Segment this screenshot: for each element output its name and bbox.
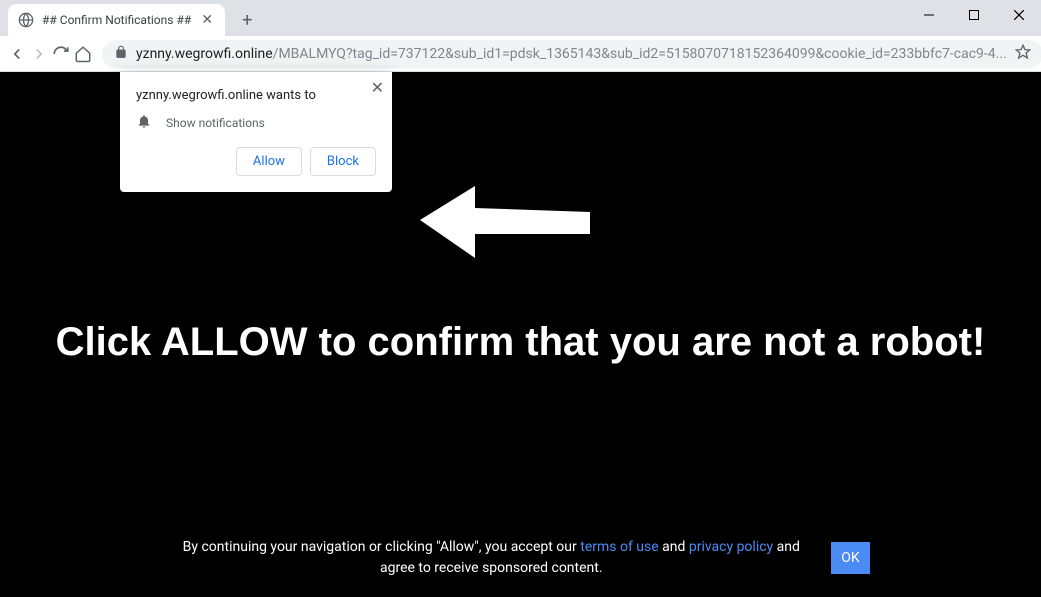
minimize-button[interactable] bbox=[906, 0, 951, 30]
permission-request-row: Show notifications bbox=[136, 113, 376, 133]
window-controls bbox=[906, 0, 1041, 30]
privacy-link[interactable]: privacy policy bbox=[689, 539, 773, 555]
reload-button[interactable] bbox=[52, 40, 70, 68]
globe-icon bbox=[18, 12, 34, 28]
arrow-graphic bbox=[420, 180, 590, 270]
permission-prompt: ✕ yznny.wegrowfi.online wants to Show no… bbox=[120, 72, 392, 192]
close-prompt-icon[interactable]: ✕ bbox=[371, 78, 384, 97]
close-window-button[interactable] bbox=[996, 0, 1041, 30]
address-bar[interactable]: yznny.wegrowfi.online/MBALMYQ?tag_id=737… bbox=[102, 40, 1041, 68]
browser-tab[interactable]: ## Confirm Notifications ## ✕ bbox=[8, 4, 225, 36]
toolbar: yznny.wegrowfi.online/MBALMYQ?tag_id=737… bbox=[0, 36, 1041, 72]
bell-icon bbox=[136, 113, 152, 133]
maximize-button[interactable] bbox=[951, 0, 996, 30]
cookie-bar: By continuing your navigation or clickin… bbox=[0, 537, 1041, 579]
terms-link[interactable]: terms of use bbox=[580, 539, 658, 555]
lock-icon bbox=[114, 44, 128, 63]
forward-button[interactable] bbox=[30, 40, 48, 68]
block-button[interactable]: Block bbox=[310, 147, 376, 176]
tab-title: ## Confirm Notifications ## bbox=[42, 13, 191, 27]
headline-text: Click ALLOW to confirm that you are not … bbox=[0, 320, 1041, 365]
permission-actions: Allow Block bbox=[136, 147, 376, 176]
cookie-text: By continuing your navigation or clickin… bbox=[171, 537, 811, 579]
url-text: yznny.wegrowfi.online/MBALMYQ?tag_id=737… bbox=[136, 46, 1007, 62]
back-button[interactable] bbox=[8, 40, 26, 68]
permission-origin: yznny.wegrowfi.online wants to bbox=[136, 88, 376, 103]
star-icon[interactable] bbox=[1015, 44, 1031, 64]
allow-button[interactable]: Allow bbox=[236, 147, 302, 176]
permission-request-text: Show notifications bbox=[166, 116, 265, 130]
ok-button[interactable]: OK bbox=[831, 542, 869, 574]
titlebar: ## Confirm Notifications ## ✕ + bbox=[0, 0, 1041, 36]
home-button[interactable] bbox=[74, 40, 92, 68]
close-tab-icon[interactable]: ✕ bbox=[199, 12, 215, 28]
new-tab-button[interactable]: + bbox=[233, 6, 261, 34]
